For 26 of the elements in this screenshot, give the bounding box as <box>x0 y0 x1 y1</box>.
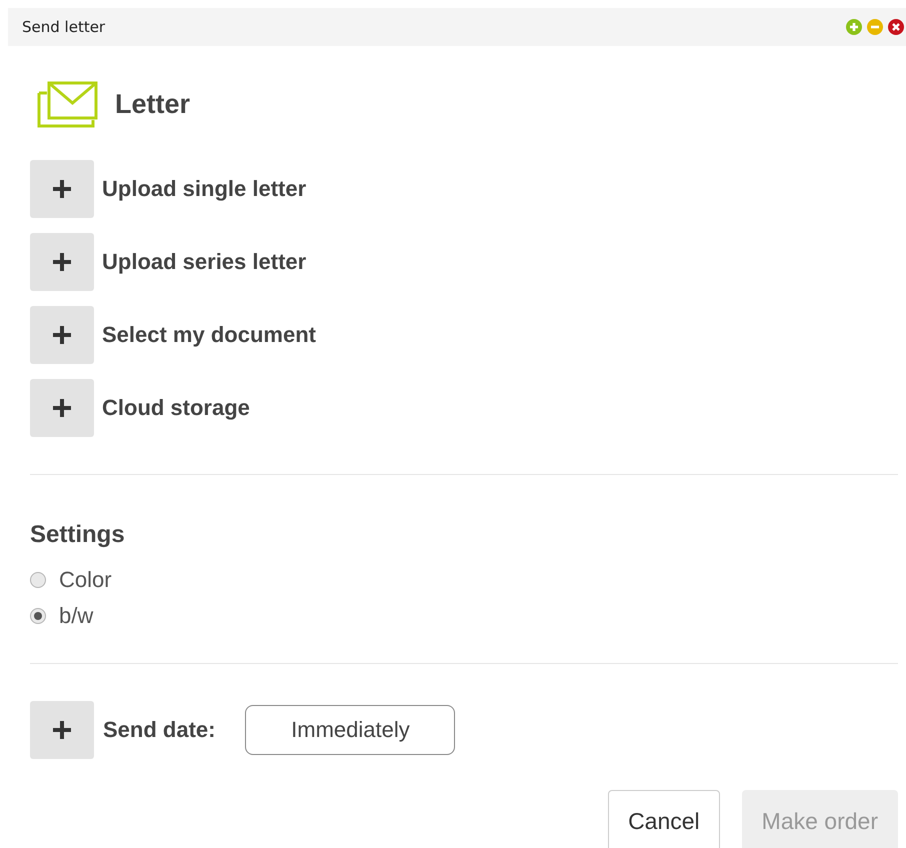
radio-label: Color <box>59 567 112 593</box>
add-button[interactable] <box>30 306 94 364</box>
close-icon[interactable] <box>888 19 904 35</box>
action-button[interactable]: Cancel <box>608 790 720 848</box>
window-title: Send letter <box>22 18 106 36</box>
add-button[interactable] <box>30 701 94 759</box>
plus-icon <box>52 325 72 345</box>
plus-icon <box>52 398 72 418</box>
plus-icon <box>52 179 72 199</box>
radio-label: b/w <box>59 603 94 629</box>
radio-button[interactable] <box>30 572 46 588</box>
envelope-icon <box>35 80 99 128</box>
option-label[interactable]: Upload series letter <box>102 249 306 275</box>
section-title: Letter <box>115 88 190 120</box>
settings-title: Settings <box>30 521 126 549</box>
plus-icon <box>52 252 72 272</box>
option-label[interactable]: Select my document <box>102 322 316 348</box>
add-button[interactable] <box>30 379 94 437</box>
add-button[interactable] <box>30 160 94 218</box>
option-label[interactable]: Cloud storage <box>102 395 250 421</box>
plus-icon <box>52 720 72 740</box>
send-date-label: Send date: <box>103 717 216 743</box>
radio-button[interactable] <box>30 608 46 624</box>
option-label[interactable]: Upload single letter <box>102 176 306 202</box>
send-date-button[interactable]: Immediately <box>245 705 456 755</box>
add-button[interactable] <box>30 233 94 291</box>
